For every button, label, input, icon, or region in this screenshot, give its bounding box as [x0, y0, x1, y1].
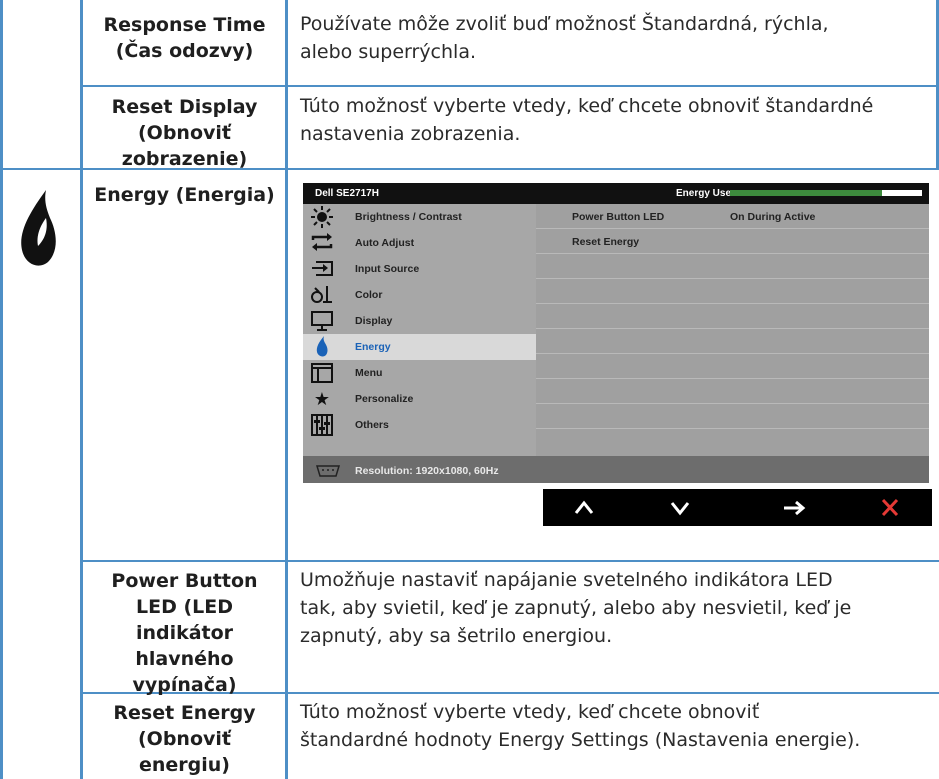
- osd-empty-row: [536, 304, 929, 329]
- row-divider: [80, 85, 939, 87]
- color-icon: [309, 284, 335, 306]
- osd-resolution: Resolution: 1920x1080, 60Hz: [355, 465, 499, 477]
- osd-menu-item-personalize[interactable]: ★ Personalize: [303, 386, 536, 412]
- option-name-line: vypínača): [132, 674, 237, 696]
- description-line: zapnutý, aby sa šetrilo energiou.: [300, 625, 613, 647]
- osd-model-name: Dell SE2717H: [315, 188, 379, 199]
- osd-empty-row: [536, 329, 929, 354]
- osd-submenu: Power Button LED On During Active Reset …: [536, 204, 929, 456]
- description-line: Túto možnosť vyberte vtedy, keď chcete o…: [300, 701, 760, 723]
- description-line: tak, aby svietil, keď je zapnutý, alebo …: [300, 597, 852, 619]
- option-name-line: Response Time: [103, 14, 266, 36]
- osd-menu-item-energy[interactable]: Energy: [303, 334, 536, 360]
- osd-menu-item-brightness-contrast[interactable]: Brightness / Contrast: [303, 204, 536, 230]
- osd-menu-label: Energy: [355, 341, 391, 353]
- energy-drop-icon: [21, 190, 56, 266]
- osd-menu-item-color[interactable]: Color: [303, 282, 536, 308]
- option-name-line: zobrazenie): [121, 148, 248, 170]
- option-name-response-time: Response Time (Čas odozvy): [84, 12, 285, 64]
- option-name-line: (Obnoviť: [138, 122, 231, 144]
- option-name-line: Power Button: [111, 570, 258, 592]
- osd-empty-row: [536, 254, 929, 279]
- description-line: Túto možnosť vyberte vtedy, keď chcete o…: [300, 95, 874, 117]
- others-icon: [309, 414, 335, 436]
- option-name-line: LED (LED: [135, 596, 233, 618]
- osd-setting-reset-energy[interactable]: Reset Energy: [536, 229, 929, 254]
- osd-menu-item-input-source[interactable]: Input Source: [303, 256, 536, 282]
- connector-icon: [315, 464, 341, 482]
- osd-empty-row: [536, 379, 929, 404]
- osd-energy-use-bar: [730, 190, 922, 196]
- osd-menu-label: Auto Adjust: [355, 237, 415, 249]
- osd-energy-use-label: Energy Use: [676, 188, 732, 199]
- option-name-line: Reset Energy: [113, 702, 256, 724]
- description-line: štandardné hodnoty Energy Settings (Nast…: [300, 729, 861, 751]
- option-name-line: indikátor: [135, 622, 234, 644]
- osd-empty-row: [536, 354, 929, 379]
- table-border-name-col: [285, 0, 288, 779]
- option-name-line: hlavného: [135, 648, 234, 670]
- osd-empty-row: [536, 279, 929, 304]
- table-border-icon-col: [80, 0, 83, 779]
- option-name-reset-energy: Reset Energy (Obnoviť energiu): [84, 700, 285, 778]
- up-button[interactable]: [559, 489, 609, 526]
- input-source-icon: [309, 258, 335, 280]
- description-line: alebo superrýchla.: [300, 41, 477, 63]
- option-description-reset-energy: Túto možnosť vyberte vtedy, keď chcete o…: [300, 698, 936, 754]
- osd-main-menu: Brightness / Contrast Auto Adjust Input …: [303, 204, 536, 456]
- table-border-left: [0, 0, 3, 779]
- description-line: Umožňuje nastaviť napájanie svetelného i…: [300, 569, 833, 591]
- osd-energy-use-fill: [730, 190, 882, 196]
- description-line: Používate môže zvoliť buď možnosť Štanda…: [300, 13, 829, 35]
- star-icon: ★: [313, 389, 331, 409]
- option-name-line: Energy (Energia): [94, 184, 275, 206]
- down-button[interactable]: [655, 489, 705, 526]
- osd-menu-item-others[interactable]: Others: [303, 412, 536, 438]
- option-description-reset-display: Túto možnosť vyberte vtedy, keď chcete o…: [300, 92, 936, 148]
- close-icon: [881, 498, 899, 517]
- osd-menu-screenshot: Dell SE2717H Energy Use Brightness / Con…: [303, 183, 929, 483]
- osd-setting-label: Reset Energy: [572, 236, 640, 248]
- osd-button-bar: [543, 489, 932, 526]
- energy-icon: [309, 336, 335, 358]
- osd-setting-power-button-led[interactable]: Power Button LED On During Active: [536, 204, 929, 229]
- osd-menu-item-display[interactable]: Display: [303, 308, 536, 334]
- display-icon: [309, 310, 335, 332]
- osd-menu-label: Display: [355, 315, 393, 327]
- sun-icon: [309, 206, 335, 228]
- option-name-line: energiu): [139, 754, 230, 776]
- up-icon: [574, 500, 594, 514]
- description-line: nastavenia zobrazenia.: [300, 123, 521, 145]
- osd-status-bar: Resolution: 1920x1080, 60Hz: [303, 456, 929, 483]
- osd-menu-label: Color: [355, 289, 383, 301]
- down-icon: [670, 502, 690, 516]
- option-name-energy: Energy (Energia): [84, 182, 285, 208]
- osd-menu-label: Others: [355, 419, 389, 431]
- menu-icon: [309, 362, 335, 384]
- option-description-power-button-led: Umožňuje nastaviť napájanie svetelného i…: [300, 566, 936, 650]
- close-button[interactable]: [865, 489, 915, 526]
- osd-setting-label: Power Button LED: [572, 211, 665, 223]
- right-button[interactable]: [769, 489, 819, 526]
- option-name-line: (Čas odozvy): [115, 40, 254, 62]
- osd-title-bar: Dell SE2717H Energy Use: [303, 183, 929, 204]
- osd-menu-label: Input Source: [355, 263, 420, 275]
- osd-menu-label: Personalize: [355, 393, 414, 405]
- osd-menu-label: Brightness / Contrast: [355, 211, 462, 223]
- row-divider: [80, 560, 939, 562]
- option-name-line: Reset Display: [111, 96, 258, 118]
- option-name-line: (Obnoviť: [138, 728, 231, 750]
- osd-menu-item-auto-adjust[interactable]: Auto Adjust: [303, 230, 536, 256]
- option-description-response-time: Používate môže zvoliť buď možnosť Štanda…: [300, 10, 936, 66]
- auto-adjust-icon: [309, 232, 335, 254]
- option-name-reset-display: Reset Display (Obnoviť zobrazenie): [84, 94, 285, 172]
- option-name-power-button-led: Power Button LED (LED indikátor hlavného…: [84, 568, 285, 698]
- osd-empty-row: [536, 404, 929, 429]
- right-arrow-icon: [784, 500, 806, 516]
- osd-menu-item-menu[interactable]: Menu: [303, 360, 536, 386]
- osd-menu-label: Menu: [355, 367, 383, 379]
- osd-setting-value: On During Active: [730, 211, 816, 223]
- osd-empty-row: [536, 429, 929, 453]
